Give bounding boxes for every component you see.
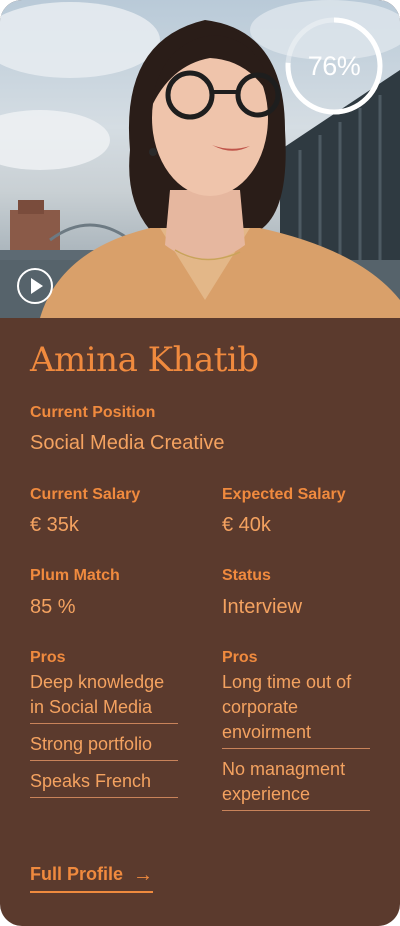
expected-salary-value: € 40k (222, 514, 271, 536)
list-item: No managment experience (222, 755, 370, 811)
current-salary-label: Current Salary (30, 486, 141, 503)
candidate-details: Amina Khatib Current Position Social Med… (0, 318, 400, 926)
candidate-photo: 76% (0, 0, 400, 318)
current-position-value: Social Media Creative (30, 432, 225, 454)
play-icon (31, 278, 43, 294)
list-item: Strong portfolio (30, 730, 178, 761)
status-value: Interview (222, 596, 303, 618)
list-item: Long time out of corporate envoirment (222, 668, 370, 749)
arrow-right-icon: → (133, 863, 154, 886)
list-item: Speaks French (30, 767, 178, 798)
expected-salary-label: Expected Salary (222, 486, 346, 503)
status-label: Status (222, 567, 271, 584)
plum-match-value: 85 % (30, 596, 76, 618)
candidate-name: Amina Khatib (30, 340, 259, 380)
current-position-label: Current Position (30, 404, 156, 421)
match-ring: 76% (282, 14, 386, 118)
current-salary-value: € 35k (30, 514, 79, 536)
list-item: Deep knowledge in Social Media (30, 668, 178, 724)
play-video-button[interactable] (17, 268, 53, 304)
match-percent: 76% (307, 50, 361, 81)
pros-right-list: Long time out of corporate envoirment No… (222, 668, 370, 817)
pros-right-label: Pros (222, 649, 258, 666)
pros-left-label: Pros (30, 649, 66, 666)
candidate-card: 76% Amina Khatib Current Position Social… (0, 0, 400, 926)
plum-match-label: Plum Match (30, 567, 120, 584)
full-profile-link[interactable]: Full Profile → (30, 863, 154, 893)
full-profile-label: Full Profile (30, 864, 124, 884)
pros-left-list: Deep knowledge in Social Media Strong po… (30, 668, 178, 804)
